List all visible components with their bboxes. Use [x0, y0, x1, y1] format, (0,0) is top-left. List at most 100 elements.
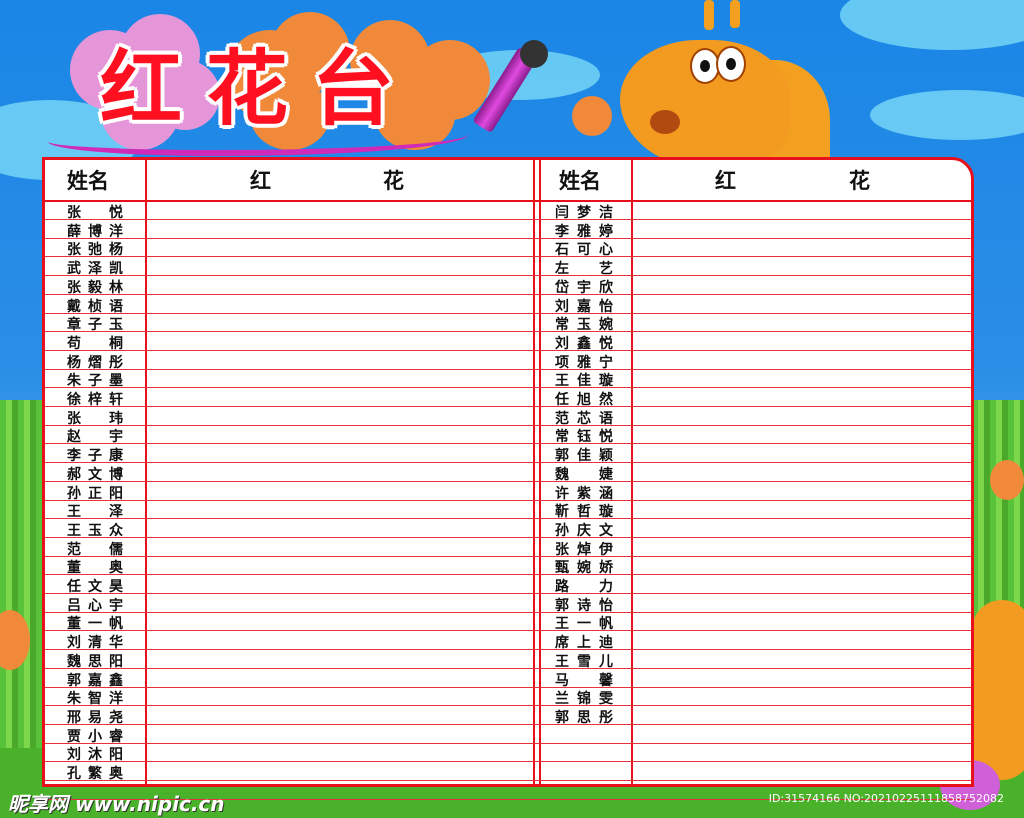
student-name: 吕心宇 [67, 597, 123, 614]
flower-decoration [990, 460, 1024, 500]
student-name: 戴桢语 [67, 298, 123, 315]
student-name: 范 儒 [67, 541, 123, 558]
student-name: 薛博洋 [67, 223, 123, 240]
student-name: 魏 婕 [555, 466, 613, 483]
student-name: 杨熠彤 [67, 354, 123, 371]
student-name: 章子玉 [67, 317, 123, 334]
student-name: 甄婉娇 [555, 560, 613, 577]
header-flower-right-1: 红 [715, 169, 736, 193]
giraffe-nostril [650, 110, 680, 134]
student-name: 郝文博 [67, 466, 123, 483]
student-name: 郭嘉鑫 [67, 672, 123, 689]
column-divider [631, 160, 633, 784]
rule-line [45, 424, 971, 426]
board-title: 红花台 [100, 42, 419, 137]
student-name: 郭佳颖 [555, 448, 613, 465]
student-name: 张毅林 [67, 279, 123, 296]
rule-line [45, 667, 971, 669]
student-name: 郭诗怡 [555, 597, 613, 614]
giraffe-body [972, 600, 1024, 780]
student-name: 董 奥 [67, 560, 123, 577]
student-name: 岱宇欣 [555, 279, 613, 296]
student-name: 魏思阳 [67, 653, 123, 670]
student-name: 李雅婷 [555, 223, 613, 240]
column-divider [539, 160, 541, 784]
pen-cap-icon [520, 40, 548, 68]
rule-line [45, 293, 971, 295]
student-name: 路 力 [555, 579, 613, 595]
student-name: 刘沐阳 [67, 747, 123, 764]
student-name: 朱子墨 [67, 373, 123, 390]
rule-line [45, 499, 971, 501]
flower-decoration [572, 96, 612, 136]
rule-line [45, 536, 971, 538]
cloud [840, 0, 1024, 50]
student-name: 孙正阳 [67, 485, 123, 502]
rule-line [45, 349, 971, 351]
header-name-right: 姓名 [559, 169, 601, 193]
column-divider [533, 160, 535, 784]
student-name: 刘鑫悦 [555, 335, 613, 352]
rule-line [45, 443, 971, 445]
giraffe-horn [730, 0, 740, 28]
rule-line [45, 387, 971, 389]
student-name: 刘嘉怡 [555, 298, 613, 315]
rule-line [45, 649, 971, 651]
student-name: 张弛杨 [67, 242, 123, 259]
student-name: 范芯语 [555, 410, 613, 427]
student-name: 刘清华 [67, 635, 123, 652]
rule-line [45, 555, 971, 557]
rule-line [45, 312, 971, 314]
student-name: 兰锦雯 [555, 691, 613, 708]
image-id-text: ID:31574166 NO:20210225111858752082 [768, 792, 1004, 805]
rule-line [45, 462, 971, 464]
student-name: 张焯伊 [555, 541, 613, 558]
student-name: 张 玮 [67, 410, 123, 427]
rule-line [45, 256, 971, 258]
header-divider [45, 200, 971, 202]
student-name: 左 艺 [555, 261, 613, 278]
student-name: 朱智洋 [67, 691, 123, 708]
rule-line [45, 742, 971, 744]
student-name: 石可心 [555, 242, 613, 259]
student-name: 靳哲璇 [555, 504, 613, 521]
student-name: 郭思彤 [555, 709, 613, 726]
student-name: 孔繁奥 [67, 766, 123, 782]
header-flower-left-1: 红 [250, 169, 271, 193]
student-name: 张 悦 [67, 205, 123, 221]
watermark-text: 昵享网 www.nipic.cn [8, 792, 225, 816]
rule-line [45, 237, 971, 239]
header-flower-right-2: 花 [849, 169, 870, 193]
rule-line [45, 723, 971, 725]
header-name-left: 姓名 [67, 169, 109, 193]
giraffe-eye [716, 46, 746, 82]
student-name: 项雅宁 [555, 354, 613, 371]
student-name: 邢易尧 [67, 709, 123, 726]
giraffe-horn [704, 0, 714, 30]
rule-line [45, 630, 971, 632]
student-name: 贾小睿 [67, 728, 123, 745]
student-name: 孙庆文 [555, 522, 613, 539]
rule-line [45, 219, 971, 220]
student-name: 任旭然 [555, 392, 613, 408]
student-name: 王玉众 [67, 522, 123, 539]
cloud [870, 90, 1024, 140]
rule-line [45, 331, 971, 333]
student-name: 李子康 [67, 448, 123, 465]
student-name: 武泽凯 [67, 261, 123, 278]
rule-line [45, 275, 971, 277]
student-name: 王雪儿 [555, 653, 613, 670]
rule-line [45, 593, 971, 594]
student-name: 闫梦洁 [555, 205, 613, 221]
student-name: 任文昊 [67, 579, 123, 595]
rule-line [45, 518, 971, 520]
student-name: 董一帆 [67, 616, 123, 633]
rule-line [45, 368, 971, 370]
student-name: 赵 宇 [67, 429, 123, 446]
student-name: 苟 桐 [67, 335, 123, 352]
rule-line [45, 611, 971, 613]
rule-line [45, 761, 971, 763]
rule-line [45, 686, 971, 688]
student-name: 王佳璇 [555, 373, 613, 390]
student-name: 徐梓轩 [67, 392, 123, 408]
